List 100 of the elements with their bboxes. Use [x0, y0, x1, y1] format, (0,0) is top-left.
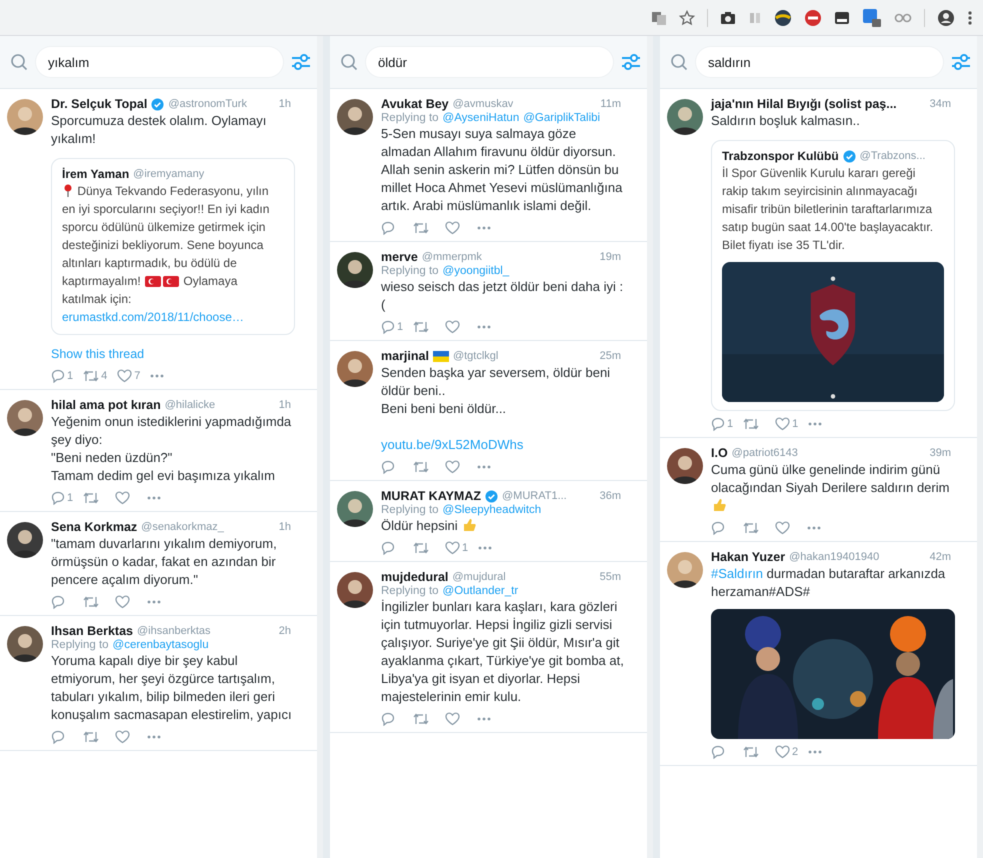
avatar[interactable] — [7, 400, 43, 436]
avatar[interactable] — [337, 572, 373, 608]
timestamp[interactable]: 39m — [930, 447, 955, 459]
user-handle[interactable]: @mujdural — [452, 571, 506, 583]
timestamp[interactable]: 1h — [278, 399, 295, 411]
star-icon[interactable] — [679, 10, 695, 26]
user-name[interactable]: İrem Yaman — [62, 167, 130, 181]
like-button[interactable]: 1 — [775, 417, 798, 431]
retweet-button[interactable]: 4 — [83, 369, 108, 383]
avatar[interactable] — [7, 522, 43, 558]
user-name[interactable]: Sena Korkmaz — [51, 520, 138, 534]
reply-icon — [51, 595, 65, 609]
avatar[interactable] — [667, 448, 703, 484]
link[interactable]: #Saldırın — [711, 566, 764, 581]
globe-icon[interactable] — [774, 8, 792, 26]
timestamp[interactable]: 19m — [600, 251, 625, 263]
timestamp[interactable]: 2h — [278, 625, 295, 637]
verified-badge-icon — [842, 150, 856, 162]
filter-icon[interactable] — [951, 53, 971, 71]
reply-button[interactable]: 1 — [51, 369, 74, 383]
retweet-icon — [743, 745, 759, 759]
timestamp[interactable]: 25m — [600, 350, 625, 362]
avatar[interactable] — [337, 252, 373, 288]
retweet-icon — [83, 491, 100, 505]
reply-icon — [51, 730, 65, 744]
timestamp[interactable]: 42m — [930, 551, 955, 563]
user-name[interactable]: Dr. Selçuk Topal — [51, 97, 148, 111]
avatar[interactable] — [337, 99, 373, 135]
quoted-tweet-card[interactable] — [711, 140, 955, 411]
user-handle[interactable]: @iremyamany — [133, 168, 204, 180]
search-field[interactable]: yıkalım — [36, 47, 283, 77]
user-handle[interactable]: @hilalicke — [164, 399, 216, 411]
menu-icon[interactable] — [967, 10, 973, 26]
user-name[interactable]: merve — [381, 250, 418, 264]
link[interactable]: erumastkd.com/2018/11/choose… — [62, 310, 244, 324]
search-field[interactable]: öldür — [366, 47, 613, 77]
reply-icon — [381, 221, 395, 235]
retweet-icon — [413, 712, 429, 726]
user-name[interactable]: Trabzonspor Kulübü — [722, 149, 839, 163]
timestamp[interactable]: 36m — [600, 490, 625, 502]
timestamp[interactable]: 11m — [600, 98, 625, 110]
mention-link[interactable]: @AyseniHatun — [442, 112, 520, 124]
user-handle[interactable]: @tgtclkgl — [452, 350, 498, 362]
user-handle[interactable]: @ihsanberktas — [136, 625, 211, 637]
user-name[interactable]: jaja'nın Hilal Bıyığı (solist paş... — [711, 97, 897, 111]
avatar[interactable] — [337, 351, 373, 387]
more-icon — [147, 496, 162, 500]
more-icon — [477, 717, 491, 721]
user-name[interactable]: Ihsan Berktas — [51, 624, 133, 638]
avatar[interactable] — [667, 99, 703, 135]
more-icon — [147, 735, 161, 739]
avatar[interactable] — [667, 552, 703, 588]
reply-button[interactable]: 1 — [381, 320, 404, 334]
mention-link[interactable]: @Outlander_tr — [442, 585, 518, 597]
user-handle[interactable]: @Trabzons... — [860, 150, 926, 162]
link[interactable]: youtu.be/9xL52MoDWhs — [381, 437, 524, 452]
avatar[interactable] — [7, 99, 43, 135]
like-button[interactable]: 1 — [445, 541, 468, 555]
mention-link[interactable]: @cerenbaytasoglu — [112, 639, 209, 651]
show-thread-link[interactable]: Show this thread — [51, 347, 144, 361]
retweet-icon — [83, 369, 100, 383]
reply-button[interactable]: 1 — [711, 417, 734, 431]
search-field[interactable]: saldırın — [696, 47, 943, 77]
user-handle[interactable]: @astronomTurk — [168, 98, 247, 110]
quoted-tweet-card[interactable] — [51, 158, 295, 335]
like-button[interactable]: 7 — [117, 369, 140, 383]
user-handle[interactable]: @senakorkmaz_ — [141, 521, 224, 533]
filter-icon[interactable] — [621, 53, 641, 71]
reply-button[interactable]: 1 — [51, 491, 74, 505]
user-name[interactable]: I.O — [711, 446, 728, 460]
timestamp[interactable]: 34m — [930, 98, 955, 110]
timestamp[interactable]: 55m — [600, 571, 625, 583]
user-name[interactable]: marjinal — [381, 349, 429, 363]
mention-link[interactable]: @Sleepyheadwitch — [442, 504, 542, 516]
timestamp[interactable]: 1h — [278, 521, 295, 533]
filter-icon[interactable] — [291, 53, 311, 71]
user-handle[interactable]: @patriot6143 — [732, 447, 798, 459]
timestamp[interactable]: 1h — [278, 98, 295, 110]
camera-icon[interactable] — [720, 10, 736, 26]
replying-label: Replying to — [381, 112, 439, 124]
like-button[interactable]: 2 — [775, 745, 798, 759]
infinity-icon[interactable] — [894, 12, 912, 24]
user-name[interactable]: MURAT KAYMAZ — [381, 489, 481, 503]
mention-link[interactable]: @yoongiitbl_ — [442, 265, 510, 277]
tweet-text: wieso seisch das jetzt öldür beni daha iyi :( — [381, 278, 624, 314]
user-name[interactable]: mujdedural — [381, 570, 448, 584]
profile-icon[interactable] — [937, 8, 955, 26]
stop-sign-icon[interactable] — [804, 8, 822, 26]
heart-icon — [445, 712, 460, 726]
user-handle[interactable]: @hakan19401940 — [789, 551, 880, 563]
user-name[interactable]: Avukat Bey — [381, 97, 449, 111]
user-handle[interactable]: @mmerpmk — [422, 251, 482, 263]
user-name[interactable]: hilal ama pot kıran — [51, 398, 161, 412]
heart-icon — [445, 460, 460, 474]
user-handle[interactable]: @avmuskav — [452, 98, 514, 110]
user-name[interactable]: Hakan Yuzer — [711, 550, 786, 564]
avatar[interactable] — [337, 491, 373, 527]
avatar[interactable] — [7, 626, 43, 662]
mention-link[interactable]: @GariplikTalibi — [523, 112, 600, 124]
user-handle[interactable]: @MURAT1... — [502, 490, 567, 502]
